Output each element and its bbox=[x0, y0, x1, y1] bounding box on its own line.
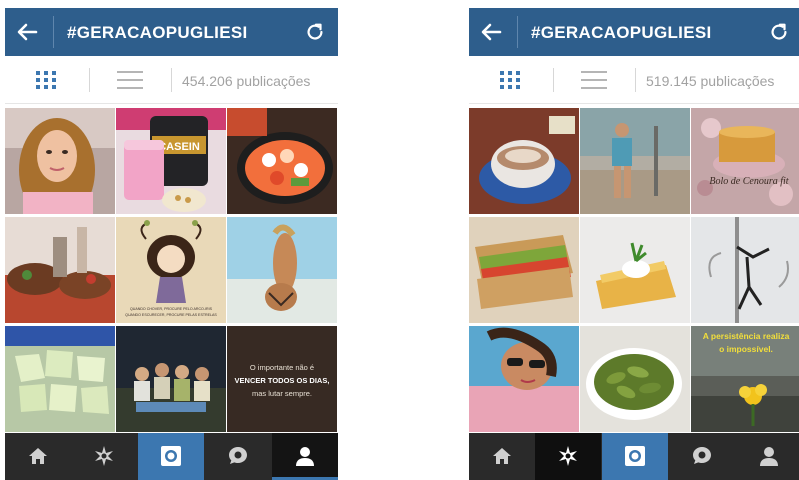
view-toggle-bar: 454.206 publicações bbox=[5, 56, 338, 104]
photo-tile[interactable] bbox=[580, 217, 690, 323]
photo-tile[interactable] bbox=[691, 217, 799, 323]
view-divider bbox=[553, 68, 554, 92]
photo-caption: Bolo de Cenoura fit bbox=[709, 176, 788, 187]
activity-bubble-icon bbox=[229, 447, 247, 464]
home-icon bbox=[29, 448, 47, 464]
grid-view-icon[interactable] bbox=[35, 70, 57, 90]
camera-icon bbox=[625, 446, 645, 466]
photo-caption: mas lutar sempre. bbox=[252, 389, 312, 398]
camera-icon bbox=[161, 446, 181, 466]
photo-caption: QUANDO CHOVER, PROCURE PELO ARCO-IRIS bbox=[130, 307, 213, 311]
photo-tile[interactable] bbox=[580, 326, 690, 432]
photo-tile[interactable] bbox=[5, 217, 115, 323]
view-divider bbox=[89, 68, 90, 92]
explore-star-icon bbox=[559, 446, 577, 466]
list-view-icon[interactable] bbox=[117, 70, 143, 90]
photo-grid: CASEIN QUANDO CHOVER, PROCURE PELO ARCO-… bbox=[5, 108, 338, 433]
header-bar: #GERACAOPUGLIESI bbox=[5, 8, 338, 56]
bottom-navbar bbox=[5, 433, 338, 480]
nav-home[interactable] bbox=[469, 433, 535, 480]
header-bar: #GERACAOPUGLIESI bbox=[469, 8, 799, 56]
photo-tile[interactable] bbox=[469, 108, 579, 214]
photo-tile[interactable]: CASEIN bbox=[116, 108, 226, 214]
view-divider bbox=[635, 68, 636, 92]
photo-tile[interactable] bbox=[469, 217, 579, 323]
screen-right: #GERACAOPUGLIESI 519.145 publicações Bol… bbox=[469, 8, 799, 480]
view-divider bbox=[171, 68, 172, 92]
product-label: CASEIN bbox=[158, 141, 200, 153]
profile-icon bbox=[296, 447, 314, 466]
refresh-icon[interactable] bbox=[768, 21, 790, 43]
back-arrow-icon[interactable] bbox=[15, 20, 39, 44]
photo-tile[interactable] bbox=[116, 326, 226, 432]
photo-tile[interactable] bbox=[227, 108, 337, 214]
nav-profile[interactable] bbox=[272, 433, 338, 480]
nav-explore[interactable] bbox=[535, 433, 601, 480]
nav-profile[interactable] bbox=[736, 433, 799, 480]
hashtag-title: #GERACAOPUGLIESI bbox=[67, 23, 248, 42]
nav-home[interactable] bbox=[5, 433, 71, 480]
nav-explore[interactable] bbox=[71, 433, 137, 480]
nav-activity[interactable] bbox=[205, 433, 271, 480]
header-divider bbox=[53, 16, 54, 48]
photo-tile[interactable]: O importante não é VENCER TODOS OS DIAS,… bbox=[227, 326, 337, 432]
explore-star-icon bbox=[95, 446, 113, 466]
photo-caption: O importante não é bbox=[250, 363, 314, 372]
photo-caption: QUANDO ESCURECER, PROCURE PELAS ESTRELAS bbox=[125, 313, 217, 317]
photo-caption: VENCER TODOS OS DIAS, bbox=[235, 376, 330, 385]
nav-camera[interactable] bbox=[602, 433, 668, 480]
photo-tile[interactable] bbox=[5, 326, 115, 432]
photo-tile[interactable]: Bolo de Cenoura fit bbox=[691, 108, 799, 214]
photo-tile[interactable] bbox=[227, 217, 337, 323]
hashtag-title: #GERACAOPUGLIESI bbox=[531, 23, 712, 42]
photo-tile[interactable]: A persistência realiza o impossível. bbox=[691, 326, 799, 432]
bottom-navbar bbox=[469, 433, 799, 480]
photo-tile[interactable] bbox=[5, 108, 115, 214]
activity-bubble-icon bbox=[693, 447, 711, 464]
photo-tile[interactable] bbox=[580, 108, 690, 214]
post-count: 454.206 publicações bbox=[182, 73, 311, 89]
home-icon bbox=[493, 448, 511, 464]
photo-grid: Bolo de Cenoura fit A persistência reali… bbox=[469, 108, 799, 433]
nav-activity[interactable] bbox=[669, 433, 735, 480]
post-count: 519.145 publicações bbox=[646, 73, 775, 89]
nav-camera[interactable] bbox=[138, 433, 204, 480]
photo-caption: A persistência realiza bbox=[703, 331, 790, 341]
photo-caption: o impossível. bbox=[719, 344, 773, 354]
refresh-icon[interactable] bbox=[304, 21, 326, 43]
grid-view-icon[interactable] bbox=[499, 70, 521, 90]
view-toggle-bar: 519.145 publicações bbox=[469, 56, 799, 104]
profile-icon bbox=[760, 447, 778, 466]
header-divider bbox=[517, 16, 518, 48]
back-arrow-icon[interactable] bbox=[479, 20, 503, 44]
screen-left: #GERACAOPUGLIESI 454.206 publicações CAS… bbox=[5, 8, 338, 480]
list-view-icon[interactable] bbox=[581, 70, 607, 90]
photo-tile[interactable] bbox=[469, 326, 579, 432]
photo-tile[interactable]: QUANDO CHOVER, PROCURE PELO ARCO-IRIS QU… bbox=[116, 217, 226, 323]
